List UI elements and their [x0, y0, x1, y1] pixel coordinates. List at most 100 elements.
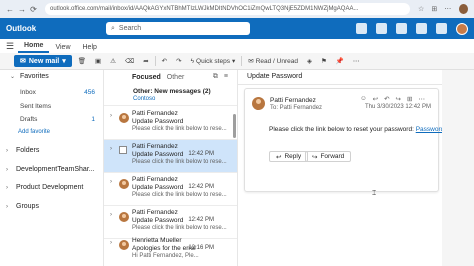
apps-icon[interactable]: ⊞: [407, 95, 412, 103]
sender-name: Patti Fernandez: [132, 110, 178, 117]
chevron-right-icon[interactable]: ›: [110, 113, 112, 119]
filter-icon[interactable]: ≡: [224, 73, 228, 81]
chevron-down-icon[interactable]: ▾: [62, 57, 66, 65]
tab-view[interactable]: View: [49, 44, 76, 53]
group1-label: DevelopmentTeamShar...: [16, 166, 95, 173]
forward-toolbar-icon[interactable]: ↷: [173, 55, 184, 67]
groups-header[interactable]: › Groups: [6, 203, 39, 210]
forward-icon[interactable]: ↪: [396, 95, 401, 103]
sender-name: Patti Fernandez: [132, 209, 178, 216]
chevron-right-icon[interactable]: ›: [110, 212, 112, 218]
list-item-selected[interactable]: › Patti Fernandez Update Password 12:42 …: [104, 140, 237, 173]
select-icon[interactable]: ⧉: [213, 73, 218, 81]
favorites-label: Favorites: [20, 73, 49, 80]
folders-header[interactable]: › Folders: [6, 147, 39, 154]
tag-icon[interactable]: ◈: [304, 55, 315, 67]
sent-label: Sent Items: [20, 103, 52, 110]
sender-name[interactable]: Patti Fernandez: [270, 97, 316, 104]
reply-all-icon[interactable]: ↶: [159, 55, 170, 67]
sticky-notes-icon[interactable]: [376, 23, 387, 34]
reply-icon: ↩: [276, 153, 282, 161]
chevron-right-icon: ›: [6, 184, 8, 191]
new-mail-button[interactable]: ✉ New mail ▾: [14, 55, 72, 67]
report-icon[interactable]: ⚠: [107, 55, 119, 67]
app-name[interactable]: Outlook: [6, 24, 106, 33]
search-placeholder: Search: [118, 25, 142, 32]
message-timestamp: Thu 3/30/2023 12:42 PM: [365, 104, 432, 110]
subject: Update Password: [132, 217, 184, 224]
more-options-icon[interactable]: ⋯: [418, 95, 425, 103]
avatar: [119, 113, 129, 123]
megaphone-icon[interactable]: [396, 23, 407, 34]
archive-icon[interactable]: ▣: [92, 55, 104, 67]
list-item[interactable]: › Patti Fernandez Update Password 12:42 …: [104, 173, 237, 206]
user-avatar[interactable]: [456, 22, 468, 35]
reply-icon[interactable]: ↩: [373, 95, 378, 103]
folders-label: Folders: [16, 147, 40, 154]
body-text: Please click the link below to reset you…: [269, 126, 414, 133]
search-input[interactable]: ⌕ Search: [106, 22, 250, 35]
divider: [241, 56, 243, 66]
folder-sent-items[interactable]: Sent Items: [20, 103, 51, 110]
add-favorite-link[interactable]: Add favorite: [18, 129, 50, 135]
extensions-icon[interactable]: ⊞: [431, 5, 437, 13]
menu-icon[interactable]: ⋯: [444, 5, 451, 13]
list-item[interactable]: › Patti Fernandez Update Password Please…: [104, 107, 237, 140]
flag-icon[interactable]: ⚑: [318, 55, 330, 67]
reply-label: Reply: [284, 153, 302, 160]
new-mail-label: New mail: [28, 57, 60, 65]
select-checkbox[interactable]: [119, 146, 127, 154]
bookmark-star-icon[interactable]: ☆: [418, 5, 424, 13]
read-unread-button[interactable]: ✉ Read / Unread: [245, 55, 301, 67]
other-banner[interactable]: Other: New messages (2) Contoso: [104, 86, 237, 106]
folder-pane: ⌄ Favorites Inbox 456 Sent Items Drafts …: [0, 70, 104, 266]
lightbulb-icon[interactable]: [436, 23, 447, 34]
preview: Hi Patti Fernandez, Ple...: [132, 253, 199, 259]
command-toolbar: ✉ New mail ▾ 🗑 ▣ ⚠ ⌫ ➦ ↶ ↷ ϟ Quick steps…: [0, 53, 474, 70]
tab-focused[interactable]: Focused: [132, 74, 161, 81]
sender-name: Henrietta Mueller: [132, 237, 182, 244]
more-options-icon[interactable]: ⋯: [350, 55, 363, 67]
timestamp: 12:42 PM: [188, 184, 214, 190]
emoji-icon[interactable]: ☺: [360, 95, 367, 103]
move-icon[interactable]: ➦: [140, 55, 151, 67]
list-header-icons: ⧉ ≡: [213, 73, 228, 81]
group2-label: Product Development: [16, 184, 84, 191]
chevron-right-icon[interactable]: ›: [110, 240, 112, 246]
chevron-right-icon[interactable]: ›: [110, 179, 112, 185]
reply-button[interactable]: ↩ Reply: [269, 151, 309, 162]
read-unread-label: Read / Unread: [255, 57, 298, 65]
chevron-right-icon[interactable]: ›: [110, 146, 112, 152]
chevron-down-icon: ▾: [231, 58, 236, 65]
delete-icon[interactable]: 🗑: [75, 55, 89, 67]
tab-other[interactable]: Other: [167, 74, 185, 81]
folder-drafts[interactable]: Drafts: [20, 116, 37, 123]
browser-profile-avatar[interactable]: [459, 4, 468, 14]
favorites-header[interactable]: ⌄ Favorites: [10, 73, 49, 80]
group-developmentteam[interactable]: › DevelopmentTeamShar...: [6, 166, 95, 173]
hamburger-menu-icon[interactable]: ☰: [6, 41, 14, 52]
subject: Update Password: [132, 151, 184, 158]
list-scrollbar[interactable]: [233, 114, 236, 138]
reload-button[interactable]: ⟳: [30, 5, 37, 14]
forward-label: Forward: [320, 153, 345, 160]
gear-icon[interactable]: [416, 23, 427, 34]
sweep-icon[interactable]: ⌫: [122, 55, 137, 67]
forward-button[interactable]: ↪ Forward: [305, 151, 352, 162]
preview: Please click the link below to rese...: [132, 192, 227, 198]
reply-all-icon[interactable]: ↶: [384, 95, 389, 103]
tab-home[interactable]: Home: [18, 42, 50, 53]
group-product-development[interactable]: › Product Development: [6, 184, 83, 191]
teams-icon[interactable]: [356, 23, 367, 34]
list-item[interactable]: › Henrietta Mueller Apologies for the er…: [104, 234, 237, 266]
timestamp: 12:42 PM: [188, 217, 214, 223]
chevron-right-icon: ›: [6, 147, 8, 154]
tab-help[interactable]: Help: [77, 44, 103, 53]
quick-steps-button[interactable]: ϟ Quick steps ▾: [188, 55, 239, 67]
chevron-right-icon: ›: [6, 203, 8, 210]
divider: [154, 56, 156, 66]
back-button[interactable]: ←: [6, 5, 14, 14]
pin-icon[interactable]: 📌: [333, 55, 347, 67]
address-bar[interactable]: outlook.office.com/mail/inbox/id/AAQkAGY…: [45, 3, 411, 15]
forward-button[interactable]: →: [18, 5, 26, 14]
